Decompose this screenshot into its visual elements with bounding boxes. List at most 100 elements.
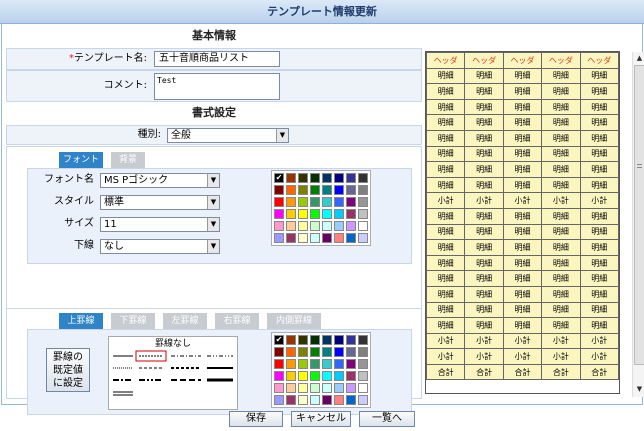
color-swatch[interactable]: [322, 209, 332, 219]
color-swatch[interactable]: [334, 347, 344, 357]
color-swatch[interactable]: [298, 335, 308, 345]
color-swatch[interactable]: [286, 359, 296, 369]
color-swatch[interactable]: [334, 209, 344, 219]
color-swatch[interactable]: [274, 383, 284, 393]
color-swatch[interactable]: [322, 335, 332, 345]
tab-left-border[interactable]: 左罫線: [163, 313, 207, 329]
border-style-picker[interactable]: 罫線なし: [108, 336, 238, 410]
selected-color-check-icon[interactable]: ✔: [274, 173, 284, 183]
color-swatch[interactable]: [286, 371, 296, 381]
chevron-down-icon[interactable]: ▼: [207, 218, 219, 231]
color-swatch[interactable]: [346, 371, 356, 381]
scroll-down-icon[interactable]: ▼: [633, 383, 644, 395]
save-button[interactable]: 保存: [229, 411, 283, 427]
color-swatch[interactable]: [322, 371, 332, 381]
color-swatch[interactable]: [274, 233, 284, 243]
tab-inner-border[interactable]: 内側罫線: [267, 313, 321, 329]
color-swatch[interactable]: [310, 173, 320, 183]
color-swatch[interactable]: [286, 233, 296, 243]
color-swatch[interactable]: [358, 347, 368, 357]
color-swatch[interactable]: [274, 371, 284, 381]
font-name-select[interactable]: MS Pゴシック ▼: [100, 173, 220, 188]
color-swatch[interactable]: [310, 359, 320, 369]
border-color-palette[interactable]: ✔: [271, 332, 371, 408]
color-swatch[interactable]: [310, 197, 320, 207]
color-swatch[interactable]: [346, 383, 356, 393]
tab-bottom-border[interactable]: 下罫線: [111, 313, 155, 329]
color-swatch[interactable]: [310, 209, 320, 219]
color-swatch[interactable]: [334, 173, 344, 183]
color-swatch[interactable]: [358, 233, 368, 243]
color-swatch[interactable]: [310, 395, 320, 405]
color-swatch[interactable]: [346, 209, 356, 219]
tab-background[interactable]: 背景: [111, 152, 145, 168]
color-swatch[interactable]: [322, 185, 332, 195]
color-swatch[interactable]: [298, 233, 308, 243]
color-swatch[interactable]: [334, 185, 344, 195]
color-swatch[interactable]: [334, 371, 344, 381]
color-swatch[interactable]: [298, 197, 308, 207]
type-select[interactable]: 全般 ▼: [167, 128, 289, 143]
color-swatch[interactable]: [310, 371, 320, 381]
color-swatch[interactable]: [346, 335, 356, 345]
color-swatch[interactable]: [346, 347, 356, 357]
color-swatch[interactable]: [346, 173, 356, 183]
color-swatch[interactable]: [298, 383, 308, 393]
color-swatch[interactable]: [298, 347, 308, 357]
color-swatch[interactable]: [334, 335, 344, 345]
color-swatch[interactable]: [358, 371, 368, 381]
color-swatch[interactable]: [274, 359, 284, 369]
scrollbar-thumb[interactable]: [634, 65, 644, 365]
color-swatch[interactable]: [286, 185, 296, 195]
selected-color-check-icon[interactable]: ✔: [274, 335, 284, 345]
template-name-input[interactable]: 五十音順商品リスト: [154, 51, 280, 67]
color-swatch[interactable]: [334, 197, 344, 207]
chevron-down-icon[interactable]: ▼: [276, 129, 288, 142]
color-swatch[interactable]: [310, 233, 320, 243]
color-swatch[interactable]: [286, 347, 296, 357]
underline-select[interactable]: なし ▼: [100, 239, 220, 254]
color-swatch[interactable]: [334, 359, 344, 369]
color-swatch[interactable]: [322, 173, 332, 183]
color-swatch[interactable]: [358, 335, 368, 345]
chevron-down-icon[interactable]: ▼: [207, 174, 219, 187]
color-swatch[interactable]: [310, 185, 320, 195]
color-swatch[interactable]: [274, 209, 284, 219]
chevron-down-icon[interactable]: ▼: [207, 196, 219, 209]
color-swatch[interactable]: [322, 383, 332, 393]
color-swatch[interactable]: [274, 185, 284, 195]
color-swatch[interactable]: [286, 209, 296, 219]
cancel-button[interactable]: キャンセル: [291, 411, 351, 427]
color-swatch[interactable]: [322, 359, 332, 369]
color-swatch[interactable]: [358, 197, 368, 207]
scroll-up-icon[interactable]: ▲: [633, 52, 644, 64]
line-style-options[interactable]: [109, 350, 237, 408]
color-swatch[interactable]: [286, 335, 296, 345]
tab-right-border[interactable]: 右罫線: [215, 313, 259, 329]
tab-font[interactable]: フォント: [59, 152, 103, 168]
color-swatch[interactable]: [322, 221, 332, 231]
color-swatch[interactable]: [346, 395, 356, 405]
color-swatch[interactable]: [310, 335, 320, 345]
color-swatch[interactable]: [358, 221, 368, 231]
color-swatch[interactable]: [310, 383, 320, 393]
color-swatch[interactable]: [358, 359, 368, 369]
color-swatch[interactable]: [334, 383, 344, 393]
color-swatch[interactable]: [274, 347, 284, 357]
color-swatch[interactable]: [298, 173, 308, 183]
size-select[interactable]: 11 ▼: [100, 217, 220, 232]
color-swatch[interactable]: [274, 197, 284, 207]
color-swatch[interactable]: [334, 221, 344, 231]
color-swatch[interactable]: [334, 395, 344, 405]
color-swatch[interactable]: [286, 395, 296, 405]
color-swatch[interactable]: [322, 197, 332, 207]
color-swatch[interactable]: [298, 371, 308, 381]
no-border-option[interactable]: 罫線なし: [109, 339, 237, 350]
color-swatch[interactable]: [358, 395, 368, 405]
color-swatch[interactable]: [322, 347, 332, 357]
color-swatch[interactable]: [286, 173, 296, 183]
color-swatch[interactable]: [298, 395, 308, 405]
color-swatch[interactable]: [298, 359, 308, 369]
tab-top-border[interactable]: 上罫線: [59, 313, 103, 329]
preview-scrollbar[interactable]: ▲ ▼: [632, 52, 644, 397]
